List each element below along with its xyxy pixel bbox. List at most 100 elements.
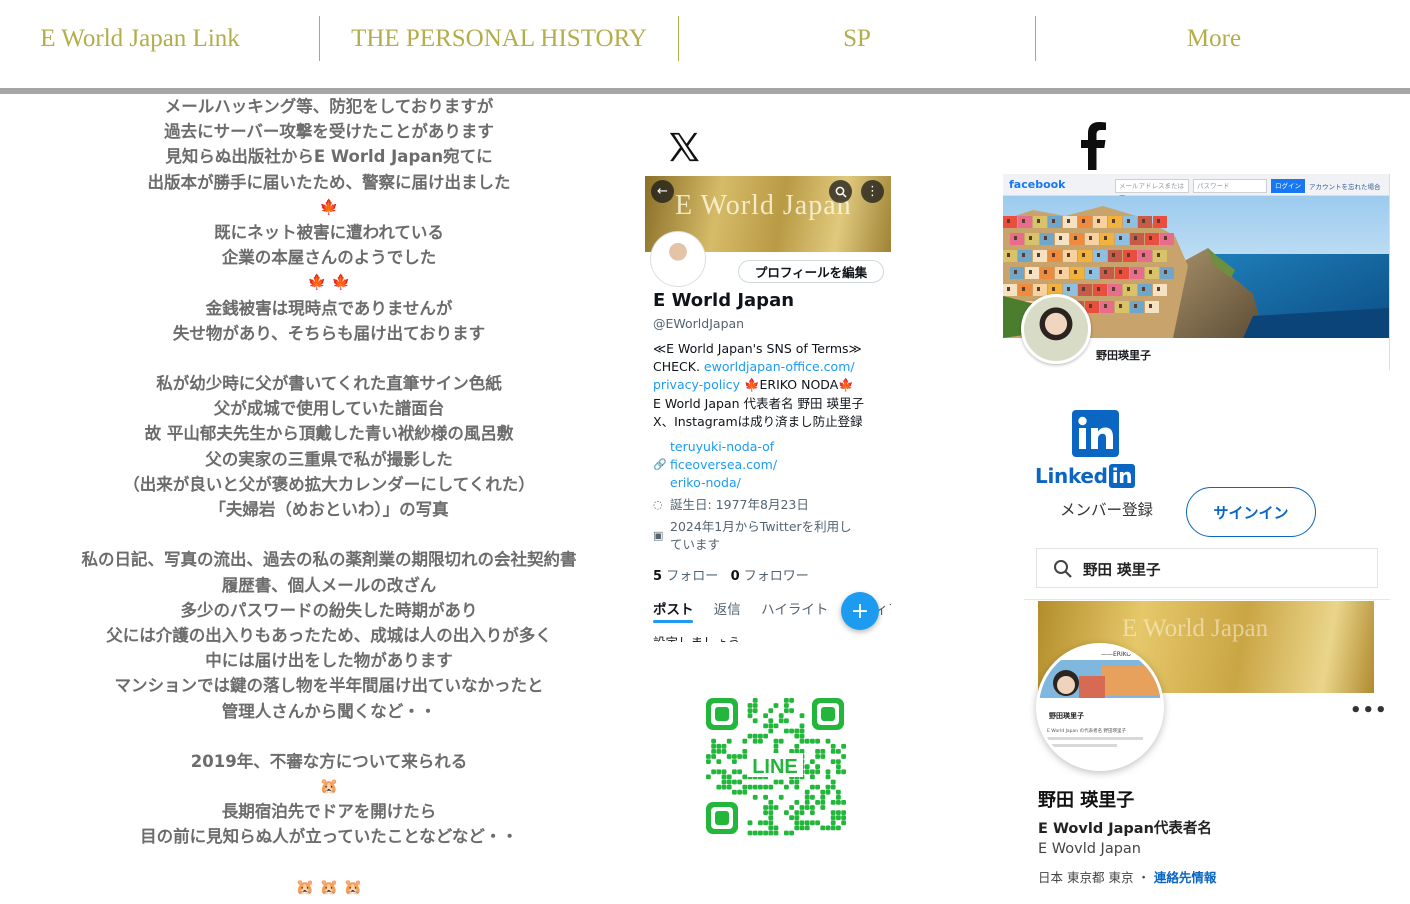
x-banner-text: E World Japan	[675, 190, 852, 221]
x-bio-line: ≪E World Japan's SNS of Terms≫	[653, 341, 862, 356]
linkedin-search-value[interactable]: 野田 瑛里子	[1083, 559, 1161, 580]
facebook-password-field[interactable]: パスワード	[1193, 179, 1267, 193]
story-line: 私の日記、写真の流出、過去の私の薬剤業の期限切れの会社契約書	[81, 550, 577, 570]
linkedin-profile-name[interactable]: 野田 瑛里子	[1038, 786, 1134, 812]
facebook-wordmark[interactable]: facebook	[1009, 178, 1066, 191]
facebook-email-field[interactable]: メールアドレスまたは電	[1115, 179, 1189, 202]
linkedin-sign-in-button[interactable]: サインイン	[1186, 487, 1316, 537]
x-website-line[interactable]: teruyuki-noda-of	[670, 438, 889, 456]
back-arrow-icon[interactable]: ←	[651, 180, 674, 203]
x-bio-line: 🍁ERIKO NODA🍁	[739, 377, 854, 393]
linkedin-wordmark-box: in	[1108, 464, 1136, 488]
following-label[interactable]: フォロー	[666, 569, 718, 584]
facebook-profile-name[interactable]: 野田瑛里子	[1096, 347, 1151, 363]
story-line: 故 平山郁夫先生から頂戴した青い袱紗様の風呂敷	[144, 424, 514, 444]
nav-item-sp[interactable]: SP	[679, 0, 1035, 78]
x-follow-counts: 5 フォロー 0 フォロワー	[653, 565, 809, 584]
x-website[interactable]: 🔗 teruyuki-noda-of ficeoversea.com/ erik…	[653, 438, 889, 492]
linkedin-search-box[interactable]: 野田 瑛里子	[1036, 548, 1378, 588]
story-line: 管理人さんから聞くなど・・	[221, 701, 437, 721]
calendar-icon: ▣	[653, 529, 664, 542]
story-line	[20, 724, 638, 749]
search-icon	[1054, 560, 1072, 578]
linkedin-divider	[1024, 599, 1390, 600]
more-options-icon[interactable]: •••	[1350, 700, 1388, 721]
x-display-name: E World Japan	[653, 290, 795, 311]
linkedin-join-link[interactable]: メンバー登録	[1060, 498, 1153, 520]
active-tab-indicator	[653, 620, 693, 623]
linkedin-in-icon[interactable]	[1072, 410, 1119, 457]
story-line: 中には届け出をした物があります	[205, 651, 453, 671]
story-line: 金銭被害は現時点でありませんが	[205, 298, 453, 318]
x-website-line[interactable]: ficeoversea.com/	[670, 456, 889, 474]
story-line: 父が成城で使用していた譜面台	[213, 399, 445, 419]
search-icon[interactable]	[829, 180, 852, 203]
x-joined: ▣ 2024年1月からTwitterを利用し ています	[653, 518, 889, 554]
story-line: 父には介護の出入りもあったため、成城は人の出入りが多く	[106, 625, 552, 645]
linkedin-cover-text: E World Japan	[1122, 615, 1269, 642]
linkedin-wordmark[interactable]: Linked in	[1035, 464, 1136, 488]
line-qr-code[interactable]: LINE	[704, 696, 846, 836]
story-line: 既にネット被害に遭われている	[214, 222, 444, 242]
story-line: 履歴書、個人メールの改ざん	[221, 575, 437, 595]
facebook-f-icon[interactable]	[1080, 122, 1110, 170]
story-line: 失せ物があり、そちらも届け出ております	[172, 323, 486, 343]
x-joined-text: 2024年1月からTwitterを利用し	[670, 519, 852, 534]
x-avatar[interactable]	[651, 232, 705, 286]
story-line: 父の実家の三重県で私が撮影した	[205, 449, 453, 469]
linkedin-contact-info-link[interactable]: 連絡先情報	[1154, 870, 1217, 885]
x-bio-line: E World Japan 代表者名 野田 瑛里子	[653, 395, 864, 411]
x-bio-line: X、Instagramは成り済まし防止登録	[653, 413, 863, 429]
nav-item-more[interactable]: More	[1036, 0, 1392, 78]
facebook-top-bar: facebook メールアドレスまたは電 パスワード ログイン アカウントを忘れ…	[1003, 174, 1389, 202]
top-navigation: E World Japan Link THE PERSONAL HISTORY …	[0, 0, 1410, 88]
edit-profile-button[interactable]: プロフィールを編集	[738, 260, 884, 283]
following-count[interactable]: 5	[653, 569, 662, 584]
x-profile-card: E World Japan ← ⋮ プロフィールを編集 E World Japa…	[645, 176, 891, 642]
facebook-avatar[interactable]	[1021, 294, 1091, 364]
story-line: 🍁	[319, 197, 339, 216]
story-line: 私が幼少時に父が書いてくれた直筆サイン色紙	[156, 374, 502, 394]
tab-highlights[interactable]: ハイライト	[761, 602, 828, 618]
story-line: （出来が良いと父が褒め拡大カレンダーにしてくれた）	[123, 474, 535, 494]
x-feed-cut-text: 設定しましょう	[653, 632, 741, 642]
linkedin-avatar-name: 野田瑛里子	[1049, 711, 1084, 720]
plus-icon: +	[850, 598, 870, 624]
nav-item-e-world-japan-link[interactable]: E World Japan Link	[0, 0, 280, 78]
x-birthday: ◌ 誕生日: 1977年8月23日	[653, 496, 889, 514]
followers-label[interactable]: フォロワー	[744, 569, 809, 584]
tab-posts[interactable]: ポスト	[653, 602, 694, 618]
qr-finder-top-right	[812, 698, 844, 730]
facebook-forgot-link[interactable]: アカウントを忘れた場合	[1309, 181, 1381, 191]
followers-count[interactable]: 0	[731, 569, 740, 584]
linkedin-headline: E Wovld Japan代表者名	[1038, 821, 1212, 837]
linkedin-company[interactable]: E Wovld Japan	[1038, 841, 1141, 857]
x-bio: ≪E World Japan's SNS of Terms≫ CHECK. ew…	[653, 340, 891, 431]
compose-post-button[interactable]: +	[841, 592, 879, 630]
linkedin-avatar[interactable]: ——ERIKO NODA 野田瑛里子 E World Japan の代表者名 野…	[1036, 643, 1164, 771]
x-bio-link[interactable]: eworldjapan-office.com/	[704, 359, 855, 374]
story-line: 🐹 🐹 🐹	[295, 877, 363, 896]
story-line: 過去にサーバー攻撃を受けたことがあります	[164, 122, 494, 142]
facebook-login-button[interactable]: ログイン	[1271, 179, 1305, 193]
x-website-line[interactable]: eriko-noda/	[670, 474, 889, 492]
story-line	[20, 850, 638, 875]
story-line	[20, 522, 638, 547]
link-icon: 🔗	[653, 458, 667, 471]
nav-item-personal-history[interactable]: THE PERSONAL HISTORY	[320, 0, 678, 78]
x-profile-meta: 🔗 teruyuki-noda-of ficeoversea.com/ erik…	[653, 438, 889, 554]
story-line: 目の前に見知らぬ人が立っていたことなどなど・・	[140, 827, 518, 847]
more-options-icon[interactable]: ⋮	[861, 180, 884, 203]
qr-finder-bottom-left	[706, 802, 738, 834]
story-line: 「夫婦岩（めおといわ）」の写真	[209, 500, 449, 519]
story-line: 企業の本屋さんのようでした	[221, 248, 437, 268]
story-line: 🍁 🍁	[307, 273, 351, 292]
story-line: 長期宿泊先でドアを開けたら	[221, 802, 437, 822]
linkedin-location: 日本 東京都 東京 ・ 連絡先情報	[1038, 867, 1216, 886]
x-logo-icon[interactable]	[667, 130, 701, 164]
x-birthday-text: 誕生日: 1977年8月23日	[670, 497, 809, 512]
story-line: 🐹	[319, 777, 339, 796]
balloon-icon: ◌	[653, 498, 663, 511]
x-bio-link[interactable]: privacy-policy	[653, 377, 740, 392]
tab-replies[interactable]: 返信	[714, 602, 741, 618]
